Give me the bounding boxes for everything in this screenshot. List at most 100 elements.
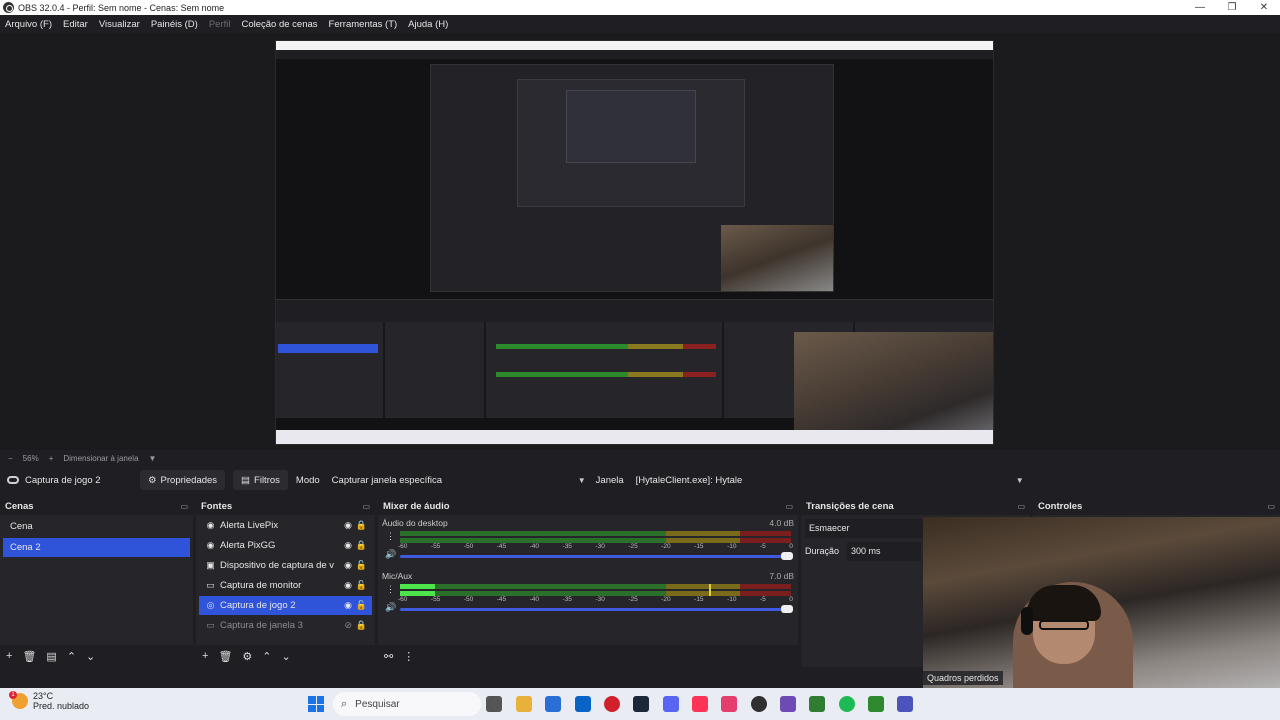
minecraft-icon[interactable]: [809, 696, 825, 712]
unlock-icon[interactable]: 🔓: [356, 560, 367, 571]
link-icon[interactable]: ⚯: [384, 650, 393, 663]
file-explorer-icon[interactable]: [516, 696, 532, 712]
dock-float-icon[interactable]: ▭: [362, 502, 370, 511]
meter-tick-label: -20: [661, 596, 671, 603]
menu-ferramentas[interactable]: Ferramentas (T): [329, 19, 398, 30]
spotify-icon[interactable]: [839, 696, 855, 712]
unlock-icon[interactable]: 🔓: [356, 600, 367, 611]
more-options-icon[interactable]: ⋮: [386, 531, 395, 542]
opera-icon[interactable]: [604, 696, 620, 712]
source-item-captura-janela-3[interactable]: ▭ Captura de janela 3 ⊘ 🔒: [199, 616, 372, 635]
menu-perfil[interactable]: Perfil: [209, 19, 231, 30]
dock-float-icon[interactable]: ▭: [785, 502, 793, 511]
preview-area[interactable]: [0, 33, 1280, 450]
arrow-up-icon[interactable]: ⌃: [67, 650, 76, 663]
arrow-up-icon[interactable]: ⌃: [262, 650, 271, 663]
meter-tick-label: -15: [694, 543, 704, 550]
dock-float-icon[interactable]: ▭: [180, 502, 188, 511]
menu-paineis[interactable]: Painéis (D): [151, 19, 198, 30]
source-item-captura-jogo-2[interactable]: ◎ Captura de jogo 2 ◉ 🔓: [199, 596, 372, 615]
close-button[interactable]: ✕: [1248, 0, 1280, 15]
sources-footer: + 🗑 ⚙ ⌃ ⌄: [196, 645, 375, 667]
menu-visualizar[interactable]: Visualizar: [99, 19, 140, 30]
speaker-icon[interactable]: 🔊: [385, 549, 396, 560]
menu-ajuda[interactable]: Ajuda (H): [408, 19, 448, 30]
unlock-icon[interactable]: 🔓: [356, 580, 367, 591]
maximize-button[interactable]: ❐: [1216, 0, 1248, 15]
meter-tick-label: -30: [595, 543, 605, 550]
dock-float-icon[interactable]: ▭: [1267, 502, 1275, 511]
resize-to-window-label[interactable]: Dimensionar à janela: [63, 454, 138, 463]
lock-icon[interactable]: 🔒: [356, 540, 367, 551]
source-item-alerta-pixgg[interactable]: ◉ Alerta PixGG ◉ 🔒: [199, 536, 372, 555]
zoom-out-button[interactable]: −: [8, 454, 13, 463]
add-icon[interactable]: +: [202, 650, 208, 662]
source-item-captura-monitor[interactable]: ▭ Captura de monitor ◉ 🔓: [199, 576, 372, 595]
arrow-down-icon[interactable]: ⌄: [282, 650, 291, 663]
filters-button[interactable]: ▤ Filtros: [233, 470, 288, 490]
text-app-icon[interactable]: [721, 696, 737, 712]
eye-hidden-icon[interactable]: ⊘: [344, 620, 352, 631]
game-icon[interactable]: [868, 696, 884, 712]
duration-value: 300 ms: [851, 546, 881, 556]
store-icon[interactable]: [545, 696, 561, 712]
steam-icon[interactable]: [633, 696, 649, 712]
menu-colecao-de-cenas[interactable]: Coleção de cenas: [241, 19, 317, 30]
volume-slider-knob[interactable]: [781, 552, 793, 560]
taskbar-search[interactable]: ⌕ Pesquisar: [333, 692, 481, 716]
source-item-dispositivo-captura[interactable]: ▣ Dispositivo de captura de vídeo ◉ 🔓: [199, 556, 372, 575]
scene-item-cena-2[interactable]: Cena 2: [3, 538, 190, 557]
add-icon[interactable]: +: [6, 650, 12, 662]
preview-nested-capture-2: [517, 79, 745, 207]
lock-icon[interactable]: 🔒: [356, 520, 367, 531]
volume-slider[interactable]: [400, 552, 793, 560]
menu-arquivo[interactable]: Arquivo (F): [5, 19, 52, 30]
windows-start-icon[interactable]: [308, 696, 324, 712]
preview-canvas[interactable]: [275, 40, 994, 445]
controls-header: Controles ▭: [1033, 497, 1280, 515]
scenes-dock: Cenas ▭ Cena Cena 2 + 🗑 ▤ ⌃ ⌄: [0, 497, 193, 667]
notification-badge: 1: [9, 691, 17, 699]
obs-icon[interactable]: [751, 696, 767, 712]
zoom-dropdown-arrow-icon[interactable]: ▼: [149, 454, 157, 463]
selected-source-name: Captura de jogo 2: [25, 474, 101, 486]
task-view-icon[interactable]: [486, 696, 502, 712]
minimize-button[interactable]: —: [1184, 0, 1216, 15]
eye-icon[interactable]: ◉: [344, 560, 352, 571]
scene-item-cena[interactable]: Cena: [3, 517, 190, 536]
app-icon[interactable]: [780, 696, 796, 712]
menu-editar[interactable]: Editar: [63, 19, 88, 30]
filter-icon[interactable]: ▤: [46, 650, 56, 663]
weather-widget[interactable]: 1 23°C Pred. nublado: [9, 691, 89, 711]
dock-float-icon[interactable]: ▭: [1017, 502, 1025, 511]
peak-indicator: [708, 584, 711, 596]
source-item-alerta-livepix[interactable]: ◉ Alerta LivePix ◉ 🔒: [199, 516, 372, 535]
eye-icon[interactable]: ◉: [344, 520, 352, 531]
eye-icon[interactable]: ◉: [344, 540, 352, 551]
teams-icon[interactable]: [897, 696, 913, 712]
discord-icon[interactable]: [663, 696, 679, 712]
tiktok-icon[interactable]: [692, 696, 708, 712]
lock-icon[interactable]: 🔒: [356, 620, 367, 631]
meter-tick-label: -25: [628, 596, 638, 603]
zoom-in-button[interactable]: +: [49, 454, 54, 463]
more-options-icon[interactable]: ⋮: [386, 584, 395, 595]
speaker-icon[interactable]: 🔊: [385, 602, 396, 613]
trash-icon[interactable]: 🗑: [22, 650, 36, 663]
arrow-down-icon[interactable]: ⌄: [86, 650, 95, 663]
duration-input[interactable]: 300 ms: [847, 541, 922, 561]
properties-button[interactable]: ⚙ Propriedades: [140, 470, 226, 490]
outlook-icon[interactable]: [575, 696, 591, 712]
more-options-icon[interactable]: ⋮: [403, 650, 414, 663]
trash-icon[interactable]: 🗑: [218, 650, 232, 663]
volume-slider[interactable]: [400, 605, 793, 613]
eye-icon[interactable]: ◉: [344, 580, 352, 591]
window-select[interactable]: [HytaleClient.exe]: Hytale ▼: [629, 470, 1028, 490]
mode-select[interactable]: Capturar janela específica ▼: [325, 470, 590, 490]
glasses: [1039, 620, 1089, 630]
gear-icon[interactable]: ⚙: [242, 650, 252, 663]
temperature: 23°C: [33, 691, 54, 701]
volume-slider-knob[interactable]: [781, 605, 793, 613]
eye-icon[interactable]: ◉: [344, 600, 352, 611]
transition-type-select[interactable]: Esmaecer: [805, 518, 923, 538]
